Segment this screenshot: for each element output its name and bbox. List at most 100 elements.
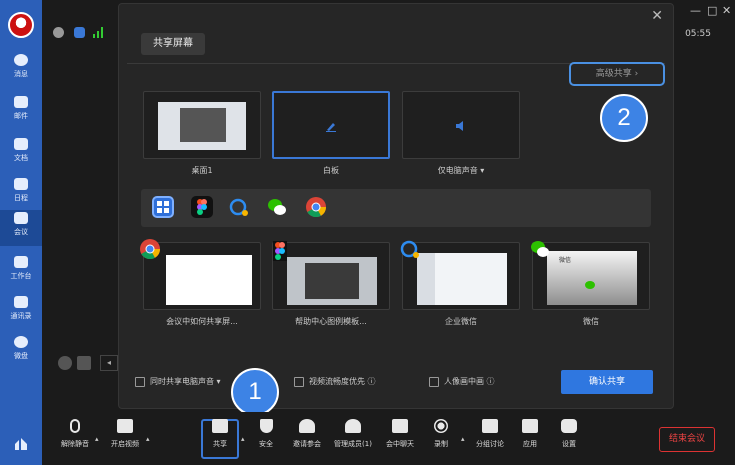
meeting-icon: [14, 212, 28, 224]
sidebar-item-meeting[interactable]: 会议: [0, 210, 42, 246]
pen-icon: [326, 123, 336, 132]
wechat-shape: [268, 199, 286, 215]
minimize-button[interactable]: —: [690, 4, 701, 17]
unmute-button[interactable]: 解除静音: [53, 419, 97, 449]
manage-members-button[interactable]: 管理成员(1): [331, 419, 375, 449]
bottom-logo-icon[interactable]: [13, 436, 29, 452]
breakout-button[interactable]: 分组讨论: [468, 419, 512, 449]
wecom-icon: [400, 240, 419, 258]
window-label-chrome: 会议中如何共享屏...: [166, 317, 238, 326]
video-menu-arrow[interactable]: ▴: [146, 435, 150, 443]
video-off-icon: [117, 419, 133, 433]
all-apps-icon[interactable]: [152, 196, 174, 218]
sidebar-item-messages[interactable]: 消息: [0, 52, 42, 88]
sidebar-item-mail[interactable]: 邮件: [0, 94, 42, 130]
wecom-icon[interactable]: [228, 196, 250, 218]
dialog-close-button[interactable]: ✕: [651, 8, 663, 24]
chat-icon: [392, 419, 408, 433]
whiteboard-tile[interactable]: [272, 91, 390, 159]
app-filter-strip: [141, 189, 651, 227]
chrome-icon: [140, 239, 161, 260]
breakout-icon: [482, 419, 498, 433]
sidebar-item-docs[interactable]: 文档: [0, 136, 42, 172]
thumbnail-window: [180, 108, 226, 142]
chrome-shape: [306, 197, 327, 218]
chat-bubble-icon[interactable]: [77, 356, 91, 370]
security-button[interactable]: 安全: [244, 419, 288, 449]
thumbnail-window: [305, 263, 359, 299]
desktop-1-tile[interactable]: [143, 91, 261, 159]
shield-icon: [259, 419, 273, 433]
settings-button[interactable]: 设置: [547, 419, 591, 449]
callout-badge-1: 1: [231, 368, 279, 416]
sidebar-item-calendar[interactable]: 日程: [0, 176, 42, 212]
advanced-share-button[interactable]: 高级共享 ›: [569, 62, 665, 86]
window-thumbnail: 微信: [547, 251, 637, 305]
wechat-window-title: 微信: [559, 257, 572, 264]
desktop-thumbnail: [158, 102, 246, 150]
apps-button[interactable]: 应用: [508, 419, 552, 449]
share-audio-checkbox[interactable]: [135, 376, 145, 387]
drive-icon: [14, 336, 28, 348]
record-menu-arrow[interactable]: ▴: [461, 435, 465, 443]
maximize-button[interactable]: □: [707, 4, 717, 17]
members-icon: [345, 419, 361, 433]
computer-audio-label[interactable]: 仅电脑声音 ▾: [402, 165, 520, 176]
wecom-shape: [229, 198, 248, 216]
meeting-timer: 05:55: [685, 29, 711, 39]
invite-icon: [299, 419, 315, 433]
mic-off-icon: [70, 419, 80, 433]
pip-checkbox[interactable]: [429, 376, 439, 387]
record-button[interactable]: 录制: [419, 419, 463, 449]
close-window-button[interactable]: ✕: [722, 4, 731, 17]
wechat-icon[interactable]: [266, 196, 288, 218]
window-label-figma: 帮助中心图例模板...: [295, 317, 367, 326]
thumbnail-sidebar: [417, 253, 435, 305]
share-screen-icon: [212, 419, 228, 433]
sidebar-item-drive[interactable]: 微盘: [0, 334, 42, 370]
share-button[interactable]: 共享: [198, 419, 242, 449]
confirm-share-button[interactable]: 确认共享: [561, 370, 653, 394]
figma-shape: [197, 199, 207, 215]
info-icon[interactable]: [53, 27, 64, 38]
sidebar: 消息 邮件 文档 日程 会议 工作台 通讯录 微盘: [0, 0, 42, 465]
video-smooth-option[interactable]: 视频流畅度优先 ⓘ: [294, 376, 376, 387]
avatar[interactable]: [8, 12, 34, 38]
window-tile-figma[interactable]: [272, 242, 390, 310]
video-smooth-label: 视频流畅度优先 ⓘ: [309, 377, 376, 386]
figma-icon: [273, 241, 287, 261]
chrome-icon[interactable]: [305, 196, 327, 218]
emoji-icon[interactable]: [58, 356, 72, 370]
in-meeting-chat-button[interactable]: 会中聊天: [378, 419, 422, 449]
figma-icon[interactable]: [191, 196, 213, 218]
sidebar-item-contacts[interactable]: 通讯录: [0, 294, 42, 330]
settings-icon: [561, 419, 577, 433]
window-thumbnail: [417, 253, 507, 305]
speaker-icon: [456, 121, 463, 131]
invite-button[interactable]: 邀请参会: [285, 419, 329, 449]
callout-badge-2: 2: [600, 94, 648, 142]
share-audio-option[interactable]: 同时共享电脑声音 ▾: [135, 376, 221, 387]
signal-icon: [93, 27, 103, 38]
collapse-arrow-icon[interactable]: ◂: [100, 355, 118, 371]
pip-option[interactable]: 人像画中画 ⓘ: [429, 376, 495, 387]
wechat-logo-icon: [585, 281, 595, 289]
start-video-button[interactable]: 开启视频: [103, 419, 147, 449]
window-label-wechat: 微信: [583, 317, 599, 326]
share-audio-label: 同时共享电脑声音 ▾: [150, 377, 221, 386]
end-meeting-button[interactable]: 结束会议: [659, 427, 715, 452]
apps-icon: [522, 419, 538, 433]
meeting-window: 消息 邮件 文档 日程 会议 工作台 通讯录 微盘 05:55 — □ ✕ ◂ …: [0, 0, 735, 465]
contacts-icon: [14, 296, 28, 308]
desktop-1-label: 桌面1: [191, 166, 213, 175]
computer-audio-tile[interactable]: [402, 91, 520, 159]
window-thumbnail: [287, 257, 377, 305]
dialog-title[interactable]: 共享屏幕: [141, 33, 205, 55]
grid-icon: [157, 201, 169, 213]
unmute-menu-arrow[interactable]: ▴: [95, 435, 99, 443]
shield-status-icon[interactable]: [74, 27, 85, 38]
sidebar-item-workbench[interactable]: 工作台: [0, 254, 42, 290]
grid-icon: [14, 256, 28, 268]
chat-icon: [14, 54, 28, 66]
video-smooth-checkbox[interactable]: [294, 376, 304, 387]
